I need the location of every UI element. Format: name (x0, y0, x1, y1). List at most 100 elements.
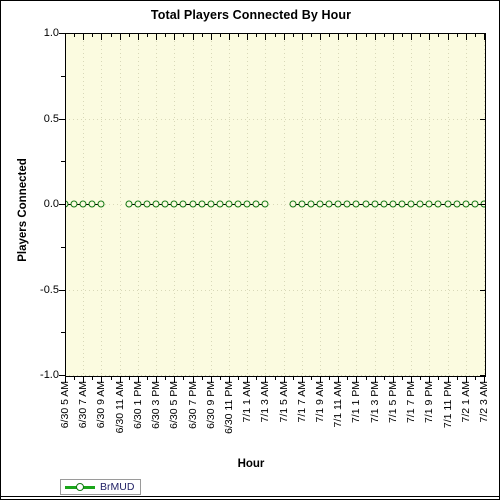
data-point-marker[interactable] (207, 200, 215, 208)
data-point-marker[interactable] (97, 200, 105, 208)
data-point-marker[interactable] (316, 200, 324, 208)
x-axis-tick-top (474, 34, 476, 37)
data-point-marker[interactable] (161, 200, 169, 208)
data-point-marker[interactable] (261, 200, 269, 208)
data-point-marker[interactable] (298, 200, 306, 208)
x-tick-label: 6/30 9 AM (95, 381, 108, 429)
data-point-marker[interactable] (307, 200, 315, 208)
x-axis-tick-top (429, 34, 431, 40)
x-axis-tick-top (247, 34, 249, 40)
x-axis-tick-top (347, 34, 349, 37)
data-point-marker[interactable] (334, 200, 342, 208)
data-point-marker[interactable] (243, 200, 251, 208)
x-tick-label: 7/1 11 AM (332, 381, 345, 428)
data-point-marker[interactable] (70, 200, 78, 208)
gridline-vertical (283, 33, 285, 376)
data-point-marker[interactable] (79, 200, 87, 208)
data-point-marker[interactable] (152, 200, 160, 208)
data-point-marker[interactable] (225, 200, 233, 208)
x-axis-tick-top (484, 34, 485, 40)
x-tick-label: 6/30 7 PM (186, 381, 199, 429)
x-axis-tick-top (365, 34, 367, 37)
data-point-marker[interactable] (216, 200, 224, 208)
y-axis-minor-tick (61, 161, 66, 163)
x-axis-tick-top (383, 34, 385, 37)
x-axis-tick-top (329, 34, 331, 37)
data-point-marker[interactable] (352, 200, 360, 208)
data-point-marker[interactable] (234, 200, 242, 208)
x-tick-label: 6/30 11 AM (113, 381, 126, 434)
data-point-marker[interactable] (134, 200, 142, 208)
data-point-marker[interactable] (362, 200, 370, 208)
x-tick-label: 6/30 7 AM (77, 381, 90, 429)
data-point-marker[interactable] (343, 200, 351, 208)
x-axis-minor-tick (474, 376, 476, 380)
plot-area (65, 33, 485, 376)
x-axis-tick-top (165, 34, 167, 37)
x-axis-tick-top (238, 34, 240, 37)
data-point-marker[interactable] (289, 200, 297, 208)
x-axis-tick-top (110, 34, 112, 37)
x-axis-tick-top (128, 34, 130, 37)
x-axis-tick-top (201, 34, 203, 37)
chart-container: Total Players Connected By Hour 1.0 0.5 0.… (0, 0, 500, 500)
data-point-marker[interactable] (88, 200, 96, 208)
x-tick-label: 6/30 1 PM (131, 381, 144, 429)
x-axis-tick-top (392, 34, 394, 40)
data-point-marker[interactable] (170, 200, 178, 208)
data-point-marker[interactable] (389, 200, 397, 208)
chart-legend[interactable]: BrMUD (60, 479, 142, 495)
x-axis-tick-top (283, 34, 285, 40)
data-point-marker[interactable] (143, 200, 151, 208)
y-axis-tick-right (480, 204, 486, 205)
data-point-marker[interactable] (325, 200, 333, 208)
x-axis-tick-top (301, 34, 303, 40)
data-point-marker[interactable] (398, 200, 406, 208)
x-axis-minor-tick (274, 376, 276, 380)
data-point-marker[interactable] (453, 200, 461, 208)
x-axis-tick-top (402, 34, 404, 37)
y-axis-tick (59, 204, 66, 205)
x-axis-tick-top (192, 34, 194, 40)
x-axis-tick-top (183, 34, 185, 37)
y-axis-title: Players Connected (17, 158, 29, 262)
x-axis-minor-tick (74, 376, 76, 380)
x-axis-tick-top (119, 34, 121, 40)
y-axis-line (65, 33, 66, 377)
data-point-marker[interactable] (416, 200, 424, 208)
x-axis-title: Hour (237, 458, 265, 470)
x-axis-minor-tick (256, 376, 258, 380)
data-point-marker[interactable] (189, 200, 197, 208)
chart-title: Total Players Connected By Hour (150, 8, 352, 22)
x-axis-minor-tick (347, 376, 349, 380)
data-point-marker[interactable] (425, 200, 433, 208)
x-tick-label: 7/1 5 PM (386, 381, 399, 424)
data-point-marker[interactable] (125, 200, 133, 208)
data-point-marker[interactable] (444, 200, 452, 208)
x-axis-minor-tick (110, 376, 112, 380)
data-point-marker[interactable] (198, 200, 206, 208)
data-point-marker[interactable] (252, 200, 260, 208)
x-axis-tick-top (274, 34, 276, 37)
data-point-marker[interactable] (371, 200, 379, 208)
x-axis-minor-tick (238, 376, 240, 380)
x-axis-tick-top (65, 34, 66, 40)
data-point-marker[interactable] (434, 200, 442, 208)
data-point-marker[interactable] (471, 200, 479, 208)
x-axis-tick-top (228, 34, 230, 40)
x-tick-label: 6/30 11 PM (222, 381, 235, 434)
legend-series-label: BrMUD (100, 481, 135, 493)
data-point-marker[interactable] (407, 200, 415, 208)
x-tick-label: 7/1 3 AM (259, 381, 272, 423)
x-tick-label: 7/2 3 AM (478, 381, 490, 423)
data-point-marker[interactable] (462, 200, 470, 208)
x-axis-minor-tick (438, 376, 440, 380)
gridline-horizontal (65, 289, 485, 291)
y-tick-label: -1.0 (40, 369, 59, 381)
x-tick-label: 7/1 7 PM (405, 381, 418, 424)
data-point-marker[interactable] (380, 200, 388, 208)
y-axis-minor-tick (61, 332, 66, 334)
data-point-marker[interactable] (179, 200, 187, 208)
y-axis-minor-tick (61, 246, 66, 248)
x-axis-minor-tick (456, 376, 458, 380)
